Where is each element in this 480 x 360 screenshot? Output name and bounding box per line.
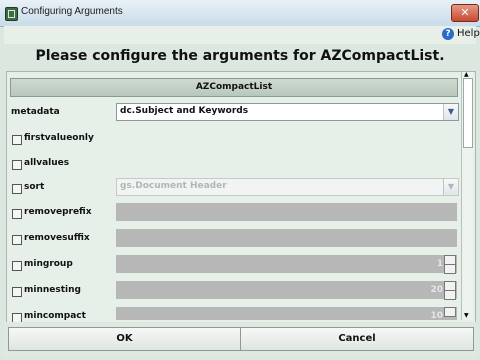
- spinner-up-button[interactable]: [444, 307, 456, 317]
- help-link[interactable]: Help: [457, 28, 480, 39]
- app-icon: [5, 7, 18, 21]
- spinner-down-button[interactable]: [444, 264, 456, 274]
- chevron-down-icon[interactable]: ▼: [443, 179, 458, 195]
- vertical-scrollbar[interactable]: ▲ ▼: [461, 71, 473, 320]
- spinner-minnesting-value: 20: [430, 285, 443, 295]
- label-sort: sort: [24, 182, 45, 192]
- spinner-mingroup[interactable]: 1: [116, 255, 457, 274]
- scrollbar-thumb[interactable]: [463, 78, 473, 148]
- spinner-mincompact[interactable]: 10: [116, 307, 457, 320]
- label-allvalues: allvalues: [24, 158, 70, 168]
- scroll-down-icon[interactable]: ▼: [464, 312, 469, 319]
- combo-sort[interactable]: gs.Document Header ▼: [116, 178, 459, 196]
- window-titlebar: Configuring Arguments ✕: [0, 0, 480, 27]
- scroll-up-icon[interactable]: ▲: [464, 71, 469, 78]
- field-removesuffix[interactable]: [116, 229, 457, 247]
- checkbox-firstvalueonly[interactable]: [12, 135, 22, 145]
- label-removeprefix: removeprefix: [24, 207, 92, 217]
- spinner-down-button[interactable]: [444, 290, 456, 300]
- dialog-heading: Please configure the arguments for AZCom…: [35, 48, 445, 64]
- label-removesuffix: removesuffix: [24, 233, 90, 243]
- window-title: Configuring Arguments: [21, 6, 123, 17]
- chevron-down-icon[interactable]: ▼: [443, 104, 458, 120]
- checkbox-mingroup[interactable]: [12, 261, 22, 271]
- label-metadata: metadata: [11, 107, 60, 117]
- label-minnesting: minnesting: [24, 285, 81, 295]
- spinner-mingroup-value: 1: [436, 259, 443, 269]
- combo-metadata-value: dc.Subject and Keywords: [120, 106, 249, 116]
- close-button[interactable]: ✕: [451, 4, 479, 22]
- checkbox-allvalues[interactable]: [12, 160, 22, 170]
- checkbox-sort[interactable]: [12, 184, 22, 194]
- label-firstvalueonly: firstvalueonly: [24, 133, 94, 143]
- spinner-minnesting[interactable]: 20: [116, 281, 457, 300]
- combo-sort-value: gs.Document Header: [120, 181, 227, 191]
- group-header: AZCompactList: [10, 78, 458, 97]
- help-bar: ? Help: [4, 26, 480, 44]
- field-removeprefix[interactable]: [116, 203, 457, 221]
- cancel-button[interactable]: Cancel: [240, 327, 474, 351]
- checkbox-removesuffix[interactable]: [12, 235, 22, 245]
- checkbox-removeprefix[interactable]: [12, 209, 22, 219]
- help-icon[interactable]: ?: [442, 28, 454, 40]
- spinner-mincompact-value: 10: [430, 311, 443, 320]
- label-mincompact: mincompact: [24, 311, 86, 321]
- ok-button[interactable]: OK: [8, 327, 241, 351]
- combo-metadata[interactable]: dc.Subject and Keywords ▼: [116, 103, 459, 121]
- checkbox-minnesting[interactable]: [12, 287, 22, 297]
- label-mingroup: mingroup: [24, 259, 73, 269]
